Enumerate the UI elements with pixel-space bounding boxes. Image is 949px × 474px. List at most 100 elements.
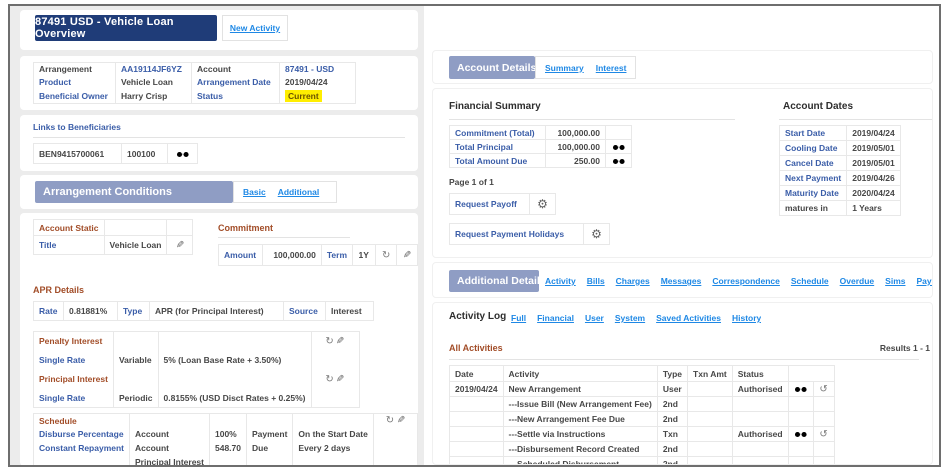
tab-schedule[interactable]: Schedule — [791, 276, 829, 286]
tab-system[interactable]: System — [615, 313, 645, 323]
divider — [218, 237, 350, 238]
field-value: 100,000.00 — [545, 125, 606, 140]
gear-icon[interactable]: ⚙ — [591, 227, 602, 241]
request-payoff-label[interactable]: Request Payoff — [449, 193, 530, 215]
view-total-principal-button[interactable] — [605, 139, 632, 154]
glasses-icon[interactable] — [176, 150, 190, 159]
all-activities-title: All Activities — [449, 343, 503, 353]
beneficiary-ref[interactable]: BEN9415700061 — [33, 143, 122, 164]
field-value: 0.8155% (USD Disct Rates + 0.25%) — [157, 388, 311, 408]
field-label: Type — [117, 301, 150, 321]
tab-payment-orders[interactable]: Payment Orders — [917, 276, 933, 286]
field-label: Status — [191, 88, 280, 104]
refresh-icon[interactable]: ↻ — [325, 374, 333, 385]
arrangement-summary-table: Arrangement AA19114JF6YZ Account 87491 -… — [33, 62, 356, 104]
field-value: 2019/04/26 — [846, 170, 901, 186]
arrangement-id[interactable]: AA19114JF6YZ — [115, 62, 192, 76]
tab-charges[interactable]: Charges — [616, 276, 650, 286]
glasses-icon[interactable] — [612, 157, 626, 166]
request-payoff-button[interactable]: Request Payoff ⚙ — [449, 193, 556, 215]
additional-details-header-card: Additional Details Activity Bills Charge… — [432, 262, 933, 298]
view-total-amount-due-button[interactable] — [605, 153, 632, 168]
beneficiary-row: BEN9415700061 100100 — [33, 143, 198, 164]
view-beneficiary-button[interactable] — [167, 143, 198, 164]
field-value: 2019/05/01 — [846, 155, 901, 171]
refresh-icon[interactable]: ↻ — [382, 250, 390, 261]
history-icon[interactable]: ↺ — [819, 384, 827, 395]
table-row: ---Settle via Instructions Txn Authorise… — [449, 426, 835, 442]
view-activity-button[interactable] — [787, 426, 814, 442]
arrangement-conditions-header-card: Arrangement Conditions Basic Additional — [20, 175, 418, 209]
field-label: Disburse Percentage — [39, 429, 124, 439]
account-id[interactable]: 87491 - USD — [279, 62, 356, 76]
new-activity-label[interactable]: New Activity — [230, 23, 280, 33]
field-value: 2019/04/24 — [846, 125, 901, 141]
tab-saved-activities[interactable]: Saved Activities — [656, 313, 721, 323]
financial-summary-title: Financial Summary — [449, 101, 541, 112]
account-details-tabs: Summary Interest — [535, 56, 637, 79]
tab-financial[interactable]: Financial — [537, 313, 574, 323]
field-value: Vehicle Loan — [103, 235, 168, 255]
field-value: Account — [129, 441, 210, 455]
glasses-icon[interactable] — [794, 385, 808, 394]
table-row: 2019/04/24 New Arrangement User Authoris… — [449, 381, 835, 397]
tab-additional[interactable]: Additional — [278, 187, 320, 197]
field-value — [208, 455, 247, 465]
refresh-icon[interactable]: ↻ — [386, 415, 394, 426]
divider — [33, 137, 405, 138]
apr-details-table: Rate 0.81881% Type APR (for Principal In… — [33, 301, 374, 321]
edit-icon[interactable]: ✎ — [397, 415, 405, 426]
principal-interest-title: Principal Interest — [39, 374, 108, 384]
view-activity-button[interactable] — [787, 381, 814, 397]
field-value: Vehicle Loan — [115, 75, 192, 89]
field-label: matures in — [778, 200, 848, 216]
edit-icon[interactable]: ✎ — [336, 374, 344, 385]
history-icon[interactable]: ↺ — [819, 429, 827, 440]
field-label: Constant Repayment — [39, 443, 125, 453]
tab-interest[interactable]: Interest — [596, 63, 627, 73]
divider — [449, 119, 735, 120]
tab-user[interactable]: User — [585, 313, 604, 323]
tab-history[interactable]: History — [732, 313, 761, 323]
divider — [449, 359, 919, 360]
edit-icon[interactable]: ✎ — [176, 240, 184, 251]
gear-icon[interactable]: ⚙ — [537, 197, 548, 211]
tab-correspondence[interactable]: Correspondence — [712, 276, 780, 286]
field-value: Every 2 days — [292, 441, 374, 455]
tab-basic[interactable]: Basic — [243, 187, 266, 197]
field-label: Amount — [218, 244, 263, 266]
field-label: Cooling Date — [778, 140, 848, 156]
field-label: Due — [245, 441, 293, 455]
new-activity-button[interactable]: New Activity — [222, 15, 288, 41]
financial-card: Financial Summary Commitment (Total) 100… — [432, 88, 933, 258]
glasses-icon[interactable] — [794, 430, 808, 439]
conditions-detail-card: Account Static Title Vehicle Loan ✎ Comm… — [20, 213, 418, 465]
commitment-table: Amount 100,000.00 Term 1Y ↻ ✎ — [218, 244, 418, 266]
tab-full[interactable]: Full — [511, 313, 526, 323]
request-payment-holidays-label[interactable]: Request Payment Holidays — [449, 223, 584, 245]
conditions-tabs: Basic Additional — [233, 181, 337, 203]
tab-sims[interactable]: Sims — [885, 276, 905, 286]
edit-icon[interactable]: ✎ — [336, 336, 344, 347]
field-value: Variable — [112, 350, 159, 370]
tab-activity[interactable]: Activity — [545, 276, 576, 286]
field-label: Total Principal — [449, 139, 546, 154]
tab-bills[interactable]: Bills — [587, 276, 605, 286]
schedule-table: Schedule ↻ ✎ Disburse Percentage Account… — [33, 413, 418, 465]
refresh-icon[interactable]: ↻ — [325, 336, 333, 347]
account-static-table: Account Static Title Vehicle Loan ✎ — [33, 219, 194, 255]
arrangement-conditions-title: Arrangement Conditions — [35, 181, 233, 203]
table-row: ---Disbursement Record Created 2nd — [449, 441, 835, 457]
glasses-icon[interactable] — [612, 143, 626, 152]
tab-summary[interactable]: Summary — [545, 63, 584, 73]
field-label — [34, 455, 130, 465]
tab-messages[interactable]: Messages — [661, 276, 702, 286]
field-value: 5% (Loan Base Rate + 3.50%) — [157, 350, 311, 370]
tab-overdue[interactable]: Overdue — [840, 276, 875, 286]
field-value: 250.00 — [545, 153, 606, 168]
field-value: 100% — [208, 427, 247, 441]
request-payment-holidays-button[interactable]: Request Payment Holidays ⚙ — [449, 223, 610, 245]
field-value: Interest — [325, 301, 374, 321]
edit-icon[interactable]: ✎ — [403, 250, 411, 261]
table-header-row: Date Activity Type Txn Amt Status — [449, 365, 835, 382]
